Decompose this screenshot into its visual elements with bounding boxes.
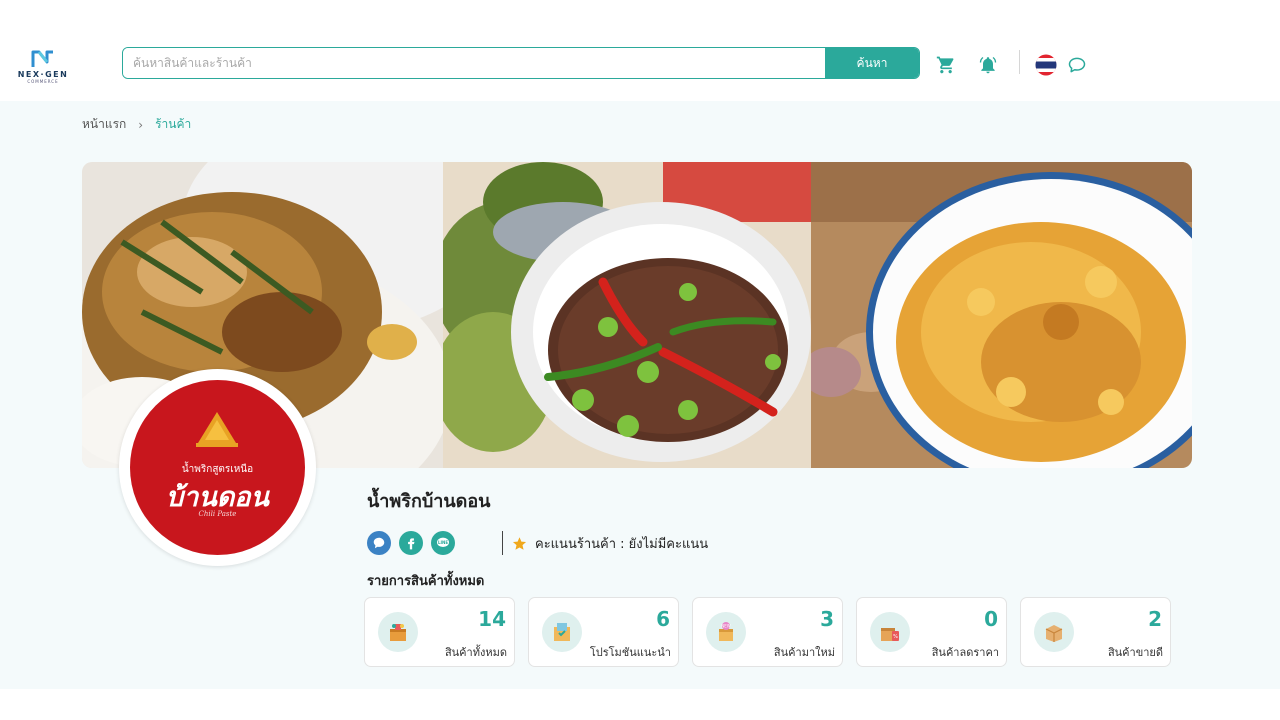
logo-subtext: COMMERCE [27, 79, 59, 84]
stat-card-bestsellers[interactable]: 2 สินค้าขายดี [1020, 597, 1171, 667]
thailand-flag-icon[interactable] [1035, 54, 1057, 76]
shop-name: น้ำพริกบ้านดอน [367, 491, 491, 512]
top-header: NEX·GEN COMMERCE ค้นหา [0, 0, 1280, 101]
stat-card-discounted[interactable]: % 0 สินค้าลดราคา [856, 597, 1007, 667]
search-bar: ค้นหา [122, 47, 920, 79]
search-button[interactable]: ค้นหา [825, 48, 919, 78]
stat-value: 14 [478, 607, 506, 631]
stat-value: 3 [820, 607, 834, 631]
shop-rating: คะแนนร้านค้า : ยังไม่มีคะแนน [512, 533, 708, 554]
chat-bubble-icon[interactable] [1066, 54, 1088, 76]
rating-divider [502, 531, 503, 555]
shop-page-main: หน้าแรก › ร้านค้า น้ำพริกสูตรเหนือ บ้านด… [0, 101, 1280, 689]
shop-rating-label: คะแนนร้านค้า : ยังไม่มีคะแนน [535, 537, 709, 552]
bell-icon[interactable] [977, 54, 999, 76]
stat-label: สินค้าลดราคา [931, 646, 999, 659]
search-input[interactable] [123, 48, 825, 78]
promotion-box-icon [542, 612, 582, 652]
header-divider [1019, 50, 1020, 74]
breadcrumb-home-link[interactable]: หน้าแรก [82, 115, 126, 134]
shop-logo-avatar: น้ำพริกสูตรเหนือ บ้านดอน Chili Paste [119, 369, 316, 566]
stat-card-new-products[interactable]: NEW 3 สินค้ามาใหม่ [692, 597, 843, 667]
footer-band [0, 689, 1280, 720]
box-all-icon [378, 612, 418, 652]
stat-card-all-products[interactable]: 14 สินค้าทั้งหมด [364, 597, 515, 667]
cover-photo-crispy-pork [811, 162, 1192, 468]
star-icon [512, 537, 527, 550]
svg-text:LINE: LINE [438, 540, 448, 545]
chat-icon[interactable] [367, 531, 391, 555]
line-icon[interactable]: LINE [431, 531, 455, 555]
stat-value: 6 [656, 607, 670, 631]
cover-photo-chili-dip [443, 162, 811, 468]
products-section-title: รายการสินค้าทั้งหมด [367, 574, 485, 589]
shop-logo-subtitle: Chili Paste [198, 510, 237, 518]
stat-card-promotions[interactable]: 6 โปรโมชันแนะนำ [528, 597, 679, 667]
logo-text: NEX·GEN [17, 70, 69, 79]
breadcrumb: หน้าแรก › ร้านค้า [82, 115, 191, 134]
nexgen-logo[interactable]: NEX·GEN COMMERCE [11, 49, 75, 85]
logo-mark-icon [31, 50, 53, 67]
product-stats: 14 สินค้าทั้งหมด 6 โปรโมชันแนะนำ NEW 3 ส… [364, 597, 1171, 667]
breadcrumb-separator: › [138, 117, 144, 132]
stat-label: สินค้าทั้งหมด [444, 646, 507, 659]
breadcrumb-current: ร้านค้า [155, 117, 192, 131]
cart-icon[interactable] [935, 54, 957, 76]
stat-label: โปรโมชันแนะนำ [589, 646, 671, 659]
social-links: LINE [367, 531, 455, 555]
svg-text:NEW: NEW [721, 624, 731, 629]
stat-label: สินค้าขายดี [1107, 646, 1163, 659]
bestseller-box-icon [1034, 612, 1074, 652]
svg-text:%: % [893, 634, 898, 640]
shop-logo-circle: น้ำพริกสูตรเหนือ บ้านดอน Chili Paste [130, 380, 305, 555]
stat-label: สินค้ามาใหม่ [773, 646, 835, 659]
facebook-icon[interactable] [399, 531, 423, 555]
stat-value: 2 [1148, 607, 1162, 631]
discount-box-icon: % [870, 612, 910, 652]
stat-value: 0 [984, 607, 998, 631]
new-product-icon: NEW [706, 612, 746, 652]
